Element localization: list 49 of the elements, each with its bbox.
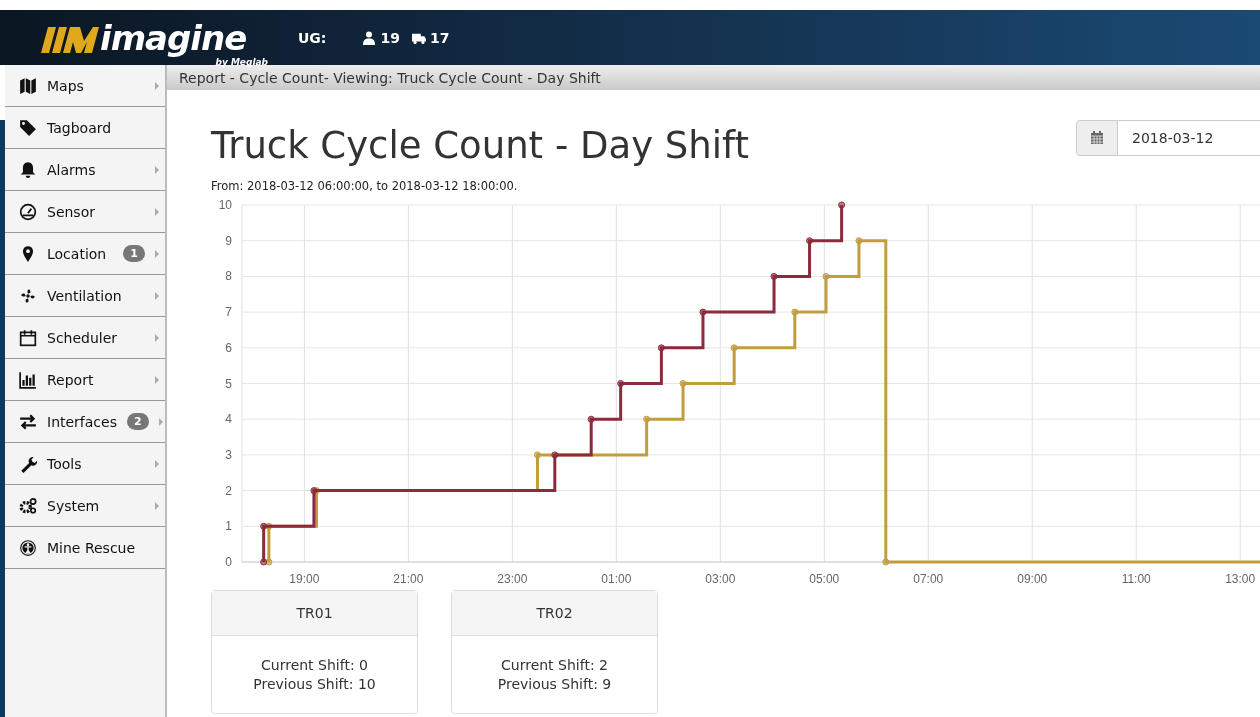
sidebar-label: Alarms: [47, 161, 97, 178]
axis-tick-label: 13:00: [1225, 572, 1256, 586]
axis-tick-label: 23:00: [497, 572, 528, 586]
axis-tick-label: 09:00: [1017, 572, 1048, 586]
current-shift-text: Current Shift: 2: [501, 657, 608, 673]
axis-tick-label: 1: [225, 519, 232, 534]
sidebar-label: Tagboard: [47, 119, 113, 136]
sidebar-label: Tools: [47, 455, 83, 472]
axis-tick-label: 8: [225, 269, 232, 284]
previous-shift-text: Previous Shift: 9: [497, 676, 612, 692]
axis-tick-label: 0: [225, 555, 232, 569]
axis-tick-label: 19:00: [289, 572, 320, 586]
logo-subtext: by Meglab: [215, 56, 268, 67]
previous-shift-text: Previous Shift: 10: [253, 676, 376, 692]
sidebar-label: Ventilation: [47, 287, 123, 304]
axis-tick-label: 9: [225, 233, 232, 248]
sidebar-label: Location: [47, 245, 108, 262]
truck-count: 17: [429, 29, 450, 46]
logo-text: imagine: [100, 20, 247, 55]
sidebar-label: Mine Rescue: [47, 539, 137, 556]
card-header: TR02: [452, 591, 657, 636]
current-shift-text: Current Shift: 0: [261, 657, 368, 673]
axis-tick-label: 11:00: [1121, 572, 1151, 586]
date-range-text: From: 2018-03-12 06:00:00, to 2018-03-12 18:00:00.: [210, 178, 519, 193]
axis-tick-label: 10: [218, 198, 232, 212]
page-title: Truck Cycle Count - Day Shift: [211, 123, 749, 167]
axis-tick-label: 03:00: [705, 572, 736, 586]
axis-tick-label: 4: [225, 412, 232, 427]
axis-tick-label: 01:00: [601, 572, 632, 586]
axis-tick-label: 6: [225, 340, 232, 355]
sidebar-label: Scheduler: [47, 329, 119, 346]
card-header: TR01: [212, 591, 417, 636]
sidebar-label: Sensor: [47, 203, 96, 220]
sidebar-label: Interfaces: [47, 413, 117, 430]
sidebar-label: Maps: [47, 77, 85, 94]
zone-label: UG:: [298, 29, 327, 46]
axis-tick-label: 2: [225, 483, 232, 498]
axis-tick-label: 05:00: [809, 572, 840, 586]
axis-tick-label: 3: [225, 447, 232, 462]
axis-tick-label: 7: [225, 305, 232, 320]
sidebar-label: System: [47, 497, 101, 514]
sidebar-label: Report: [47, 371, 95, 388]
count-badge: 1: [123, 245, 145, 262]
axis-tick-label: 21:00: [393, 572, 424, 586]
breadcrumb-bar: Report - Cycle Count- Viewing: Truck Cycle Count - Day Shift: [167, 65, 1260, 90]
axis-tick-label: 5: [225, 376, 232, 391]
count-badge: 2: [127, 413, 149, 430]
people-count: 19: [380, 29, 400, 46]
axis-tick-label: 07:00: [913, 572, 944, 586]
